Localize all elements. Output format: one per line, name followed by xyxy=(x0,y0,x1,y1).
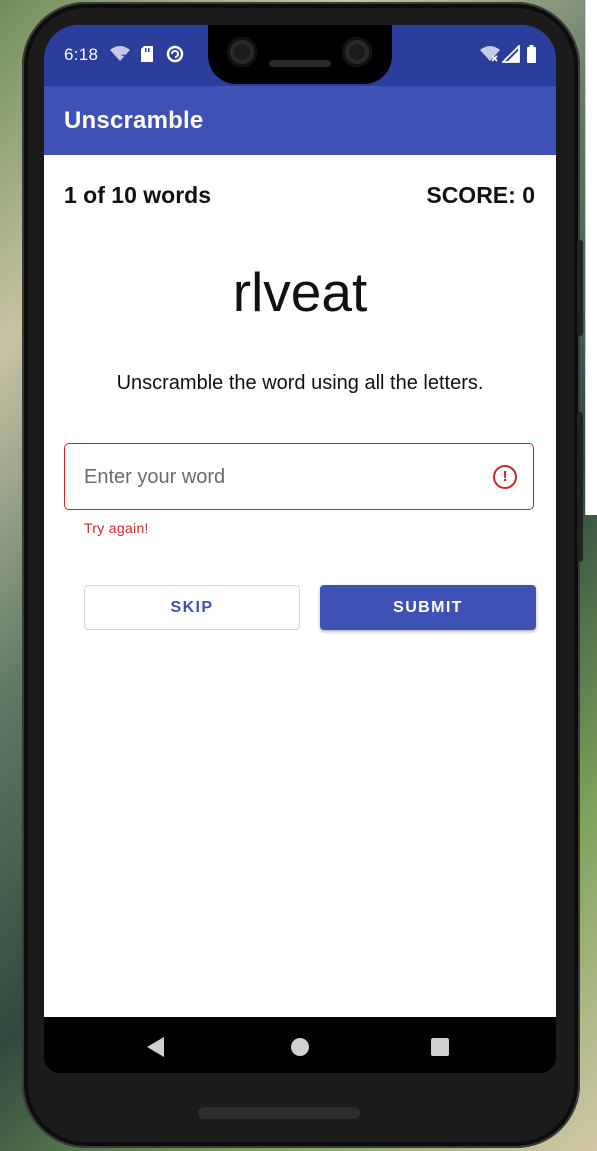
power-button xyxy=(577,240,583,336)
wifi-question-icon: ? xyxy=(110,46,130,63)
recents-icon[interactable] xyxy=(431,1038,449,1056)
error-icon: ! xyxy=(493,465,517,489)
error-message: Try again! xyxy=(84,520,149,536)
front-camera-icon xyxy=(342,37,372,67)
background-window-edge xyxy=(585,0,597,515)
camera-notch xyxy=(208,25,392,84)
app-title: Unscramble xyxy=(64,107,204,134)
scrambled-word: rlveat xyxy=(232,261,368,323)
status-time: 6:18 xyxy=(64,45,99,64)
app-bar: Unscramble xyxy=(44,86,556,155)
word-input-field[interactable]: Enter your word ! xyxy=(64,443,534,510)
word-input-placeholder: Enter your word xyxy=(84,466,226,488)
skip-button[interactable]: SKIP xyxy=(84,585,300,630)
back-icon[interactable] xyxy=(147,1037,164,1057)
device-screen: 6:18 ? Unscramble 1 of 10 words SCORE: 0… xyxy=(44,25,556,1073)
battery-icon xyxy=(527,45,536,63)
status-bar: 6:18 ? xyxy=(44,25,556,86)
cellular-signal-icon xyxy=(502,45,520,63)
svg-text:?: ? xyxy=(121,54,126,63)
navigation-bar xyxy=(44,1017,556,1073)
game-content: 1 of 10 words SCORE: 0 rlveat Unscramble… xyxy=(44,155,556,1017)
instructions-text: Unscramble the word using all the letter… xyxy=(116,372,484,394)
wifi-off-icon xyxy=(480,46,500,62)
submit-button[interactable]: SUBMIT xyxy=(320,585,536,630)
volume-button xyxy=(577,412,583,562)
sync-icon xyxy=(166,45,184,63)
sd-card-icon xyxy=(141,46,153,62)
word-count-label: 1 of 10 words xyxy=(64,182,211,208)
home-icon[interactable] xyxy=(291,1038,309,1056)
bottom-speaker-grille xyxy=(198,1107,360,1119)
earpiece-speaker xyxy=(269,60,331,67)
front-camera-icon xyxy=(227,37,257,67)
score-label: SCORE: 0 xyxy=(426,182,535,208)
